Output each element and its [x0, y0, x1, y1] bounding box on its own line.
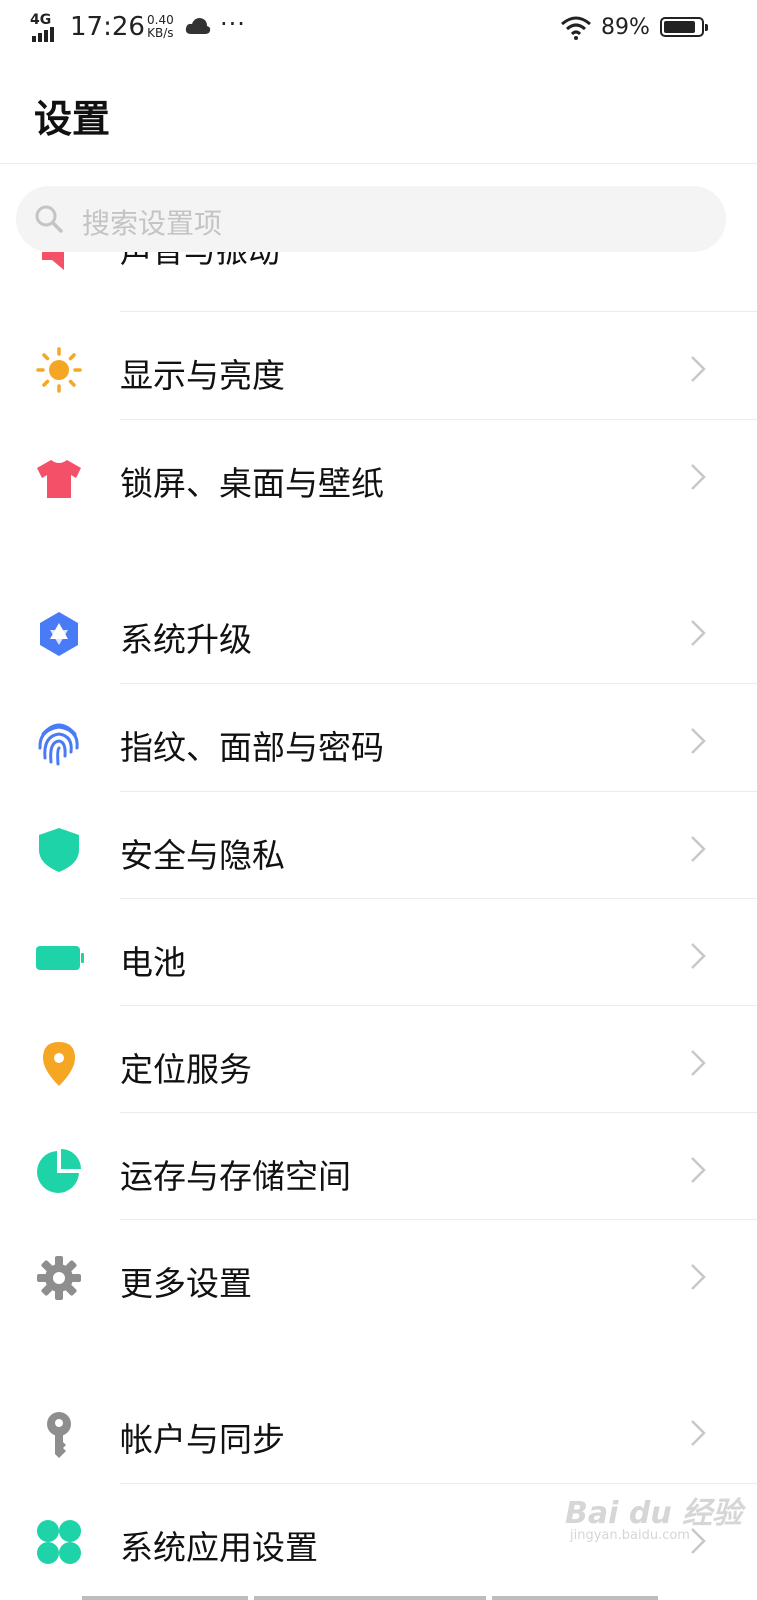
- settings-item-label: 声音与振动: [120, 252, 280, 272]
- settings-item-security-privacy[interactable]: 安全与隐私: [0, 796, 757, 903]
- more-indicator: ···: [220, 10, 246, 38]
- settings-item-label: 更多设置: [120, 1264, 252, 1303]
- settings-item-label: 系统应用设置: [120, 1528, 318, 1567]
- chevron-right-icon: [688, 618, 708, 652]
- settings-item-label: 电池: [120, 943, 186, 982]
- settings-item-display[interactable]: 显示与亮度: [0, 316, 757, 423]
- gear-icon: [35, 1254, 83, 1302]
- settings-item-label: 锁屏、桌面与壁纸: [120, 464, 384, 503]
- system-upgrade-icon: [35, 610, 83, 658]
- settings-item-fingerprint-face-password[interactable]: 指纹、面部与密码: [0, 688, 757, 795]
- baidu-jingyan-watermark: Bai du 经验: [565, 1496, 743, 1531]
- chevron-right-icon: [688, 1048, 708, 1082]
- settings-item-location[interactable]: 定位服务: [0, 1010, 757, 1117]
- settings-item-label: 运存与存储空间: [120, 1157, 351, 1196]
- wifi-icon: [560, 16, 592, 44]
- divider: [120, 791, 757, 792]
- watermark-url: jingyan.baidu.com: [570, 1528, 690, 1543]
- divider: [120, 1112, 757, 1113]
- settings-item-lockscreen-wallpaper[interactable]: 锁屏、桌面与壁纸: [0, 424, 757, 531]
- settings-item-memory-storage[interactable]: 运存与存储空间: [0, 1117, 757, 1224]
- battery-level-fill: [664, 21, 695, 33]
- settings-item-label: 安全与隐私: [120, 836, 285, 875]
- chevron-right-icon: [688, 1155, 708, 1189]
- status-bar: 4G 17:26 0.40 KB/s ··· 89%: [0, 0, 757, 60]
- settings-item-label: 指纹、面部与密码: [120, 728, 384, 767]
- chevron-right-icon: [688, 726, 708, 760]
- storage-pie-icon: [35, 1147, 83, 1195]
- speaker-icon: [38, 252, 82, 278]
- chevron-right-icon: [688, 1262, 708, 1296]
- chevron-right-icon: [688, 1418, 708, 1452]
- divider: [120, 683, 757, 684]
- search-icon: [34, 204, 64, 238]
- divider: [120, 419, 757, 420]
- divider: [120, 898, 757, 899]
- network-type: 4G: [30, 12, 52, 28]
- search-placeholder: 搜索设置项: [82, 207, 223, 240]
- divider: [120, 1219, 757, 1220]
- divider: [120, 1005, 757, 1006]
- clover-apps-icon: [35, 1518, 83, 1566]
- network-speed-unit: KB/s: [147, 26, 174, 40]
- settings-item-label: 系统升级: [120, 620, 252, 659]
- tshirt-icon: [35, 454, 83, 502]
- search-input[interactable]: 搜索设置项: [16, 186, 726, 252]
- settings-item-system-upgrade[interactable]: 系统升级: [0, 580, 757, 687]
- shield-icon: [35, 826, 83, 874]
- settings-item-label: 定位服务: [120, 1050, 252, 1089]
- settings-item-battery[interactable]: 电池: [0, 903, 757, 1010]
- battery-icon: [35, 933, 84, 981]
- page-title: 设置: [34, 97, 111, 141]
- battery-status-icon: [660, 17, 708, 37]
- fingerprint-icon: [35, 718, 83, 766]
- cellular-signal-icon: 4G: [30, 12, 62, 42]
- key-icon: [35, 1410, 83, 1458]
- location-pin-icon: [35, 1040, 83, 1088]
- settings-item-sound[interactable]: 声音与振动: [0, 252, 757, 312]
- sun-icon: [35, 346, 83, 394]
- settings-item-more-settings[interactable]: 更多设置: [0, 1224, 757, 1331]
- cloud-icon: [185, 16, 211, 40]
- settings-item-label: 显示与亮度: [120, 356, 285, 395]
- clock: 17:26: [70, 12, 145, 42]
- settings-item-label: 帐户与同步: [120, 1420, 285, 1459]
- chevron-right-icon: [688, 252, 708, 256]
- chevron-right-icon: [688, 354, 708, 388]
- chevron-right-icon: [688, 462, 708, 496]
- settings-item-accounts-sync[interactable]: 帐户与同步: [0, 1380, 757, 1487]
- header-divider: [0, 163, 757, 164]
- divider: [120, 311, 757, 312]
- network-speed: 0.40 KB/s: [147, 14, 174, 40]
- divider: [120, 1483, 757, 1484]
- battery-percent: 89%: [601, 15, 650, 40]
- chevron-right-icon: [688, 941, 708, 975]
- chevron-right-icon: [688, 834, 708, 868]
